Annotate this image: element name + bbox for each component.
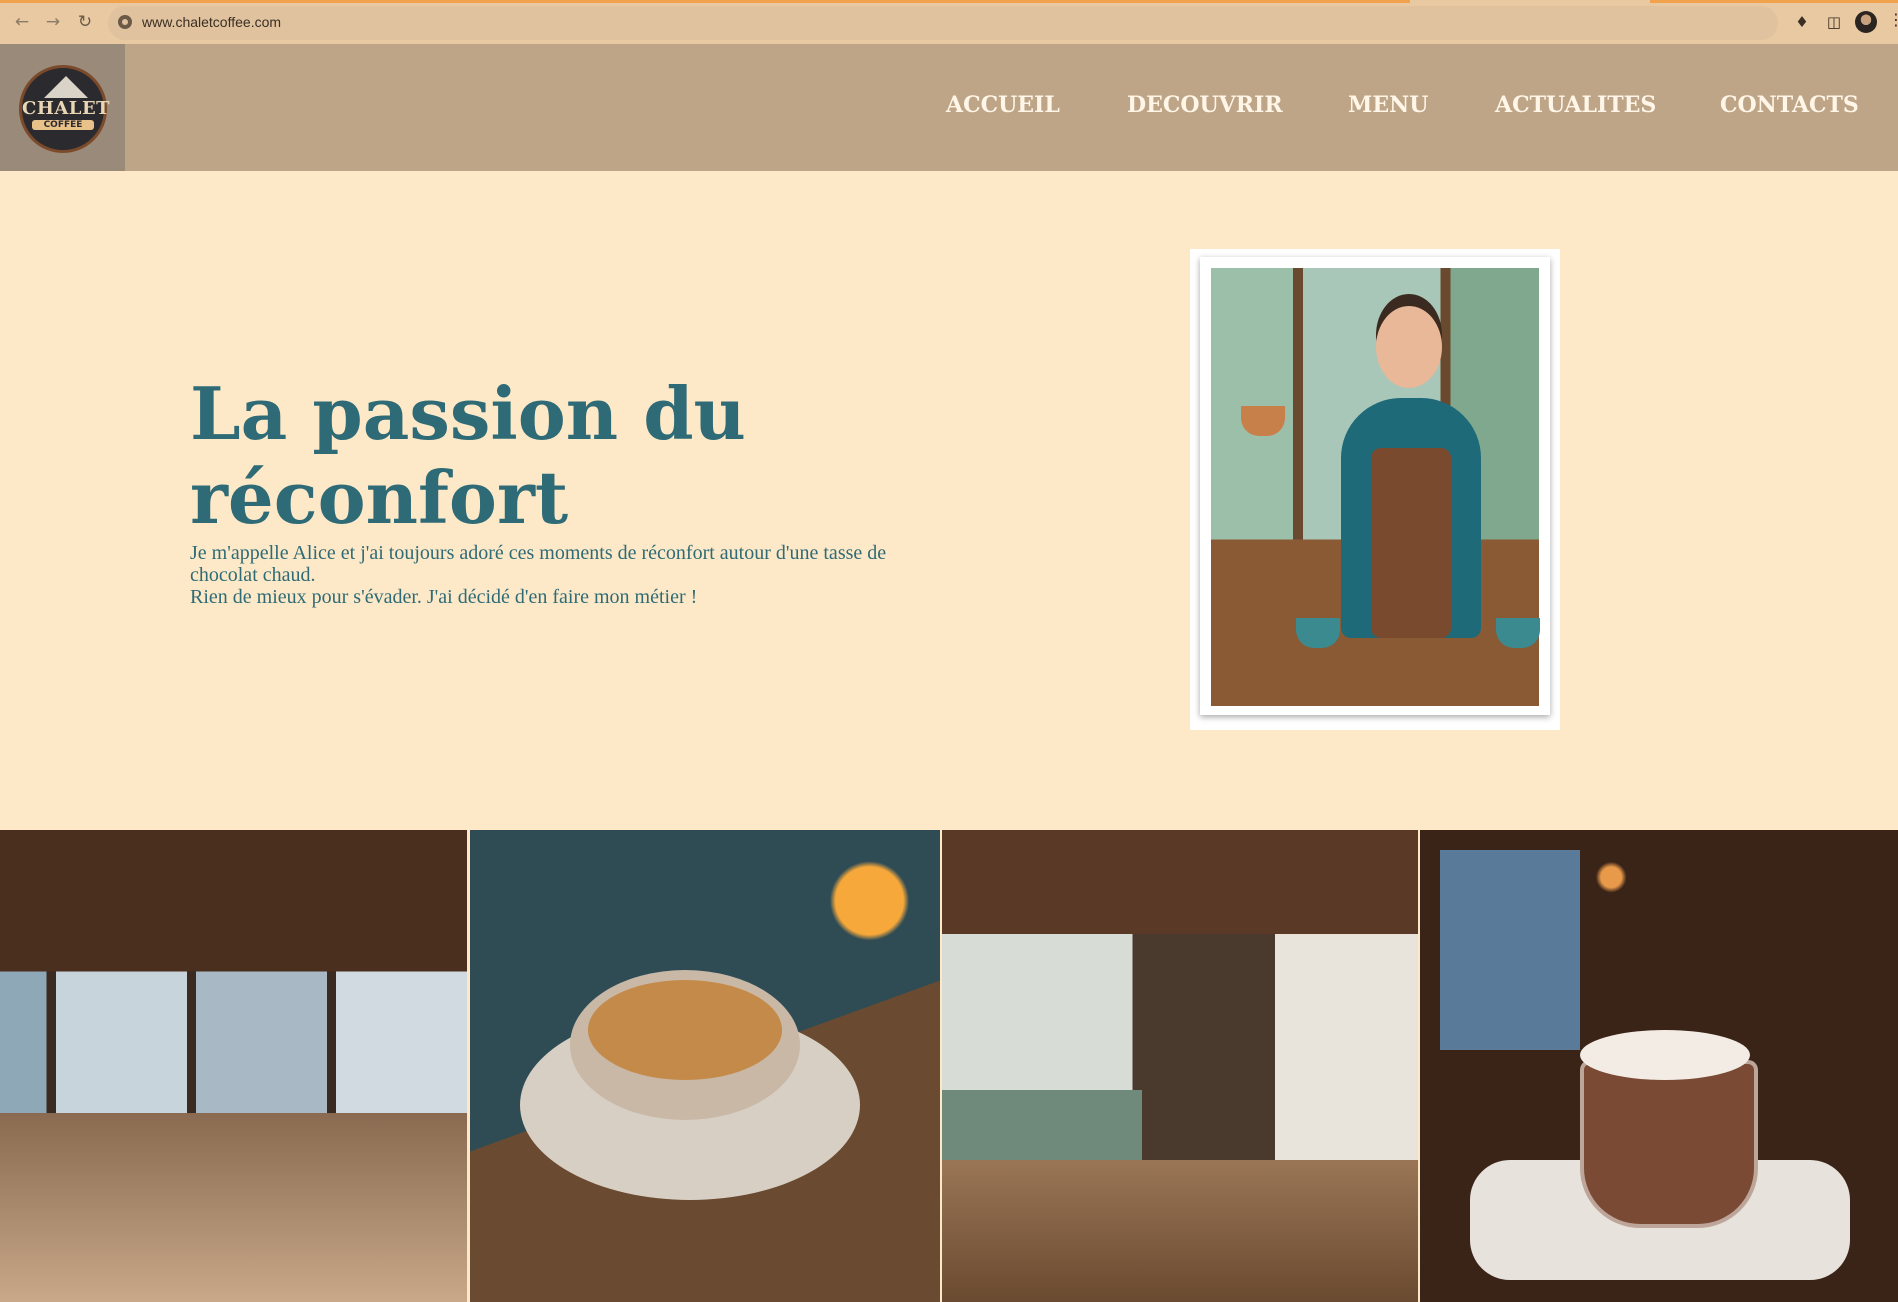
url-text[interactable]: www.chaletcoffee.com	[142, 14, 281, 30]
hero-text-line2: chocolat chaud.	[190, 564, 316, 586]
gallery-image-chalet-interior	[0, 830, 467, 1302]
side-panel-icon[interactable]: ◫	[1824, 12, 1844, 32]
site-header: CHALET COFFEE ACCUEIL DECOUVRIR MENU ACT…	[0, 44, 1898, 171]
nav-item-menu[interactable]: MENU	[1348, 92, 1428, 124]
browser-toolbar: ← → ↻ www.chaletcoffee.com ♦ ◫ ⋮	[0, 0, 1898, 44]
hero-text-line3: Rien de mieux pour s'évader. J'ai décidé…	[190, 586, 698, 608]
address-bar[interactable]: www.chaletcoffee.com	[108, 6, 1778, 40]
floor	[942, 1160, 1418, 1302]
site-info-icon[interactable]	[118, 15, 132, 29]
reload-icon[interactable]: ↻	[73, 10, 97, 34]
forward-icon[interactable]: →	[41, 10, 65, 34]
avatar[interactable]	[1855, 11, 1877, 33]
cup-icon	[1496, 618, 1540, 648]
nav-item-accueil[interactable]: ACCUEIL	[946, 92, 1060, 124]
floor	[0, 1113, 467, 1302]
back-icon[interactable]: ←	[10, 10, 34, 34]
gallery-image-hot-chocolate	[1420, 830, 1898, 1302]
nav-item-actualites[interactable]: ACTUALITES	[1495, 92, 1656, 124]
barista-image	[1211, 268, 1540, 706]
logo-text-chalet: CHALET	[22, 98, 111, 119]
logo-text-coffee: COFFEE	[32, 120, 94, 130]
portrait-frame-inner	[1200, 257, 1550, 715]
cup-icon	[1296, 618, 1340, 648]
nav-item-decouvrir[interactable]: DECOUVRIR	[1127, 92, 1283, 124]
barista-apron	[1371, 448, 1451, 638]
barista-portrait	[1190, 249, 1560, 730]
hero-title-line2: réconfort	[190, 455, 569, 540]
gallery-image-coffee-cup	[470, 830, 940, 1302]
logo[interactable]: CHALET COFFEE	[19, 65, 111, 153]
barista-head	[1376, 306, 1442, 388]
logo-container[interactable]: CHALET COFFEE	[0, 44, 125, 171]
hero-text-line1: Je m'appelle Alice et j'ai toujours ador…	[190, 542, 887, 564]
bench	[942, 1090, 1142, 1160]
kebab-menu-icon[interactable]: ⋮	[1888, 10, 1898, 29]
mug	[1580, 1060, 1758, 1228]
hero-title-line1: La passion du	[190, 371, 746, 456]
hero-title: La passion du réconfort	[190, 372, 810, 540]
loading-progress-bar	[0, 0, 1410, 3]
window	[1440, 850, 1580, 1050]
whipped-cream	[1580, 1030, 1750, 1080]
hero-description: Je m'appelle Alice et j'ai toujours ador…	[190, 542, 990, 608]
coffee	[588, 980, 782, 1080]
puzzle-icon[interactable]: ♦	[1792, 12, 1812, 32]
cup-icon	[1241, 406, 1285, 436]
nav-item-contacts[interactable]: CONTACTS	[1720, 92, 1859, 124]
gallery-image-cafe-room	[942, 830, 1418, 1302]
mountain-icon	[44, 76, 88, 98]
loading-progress-bar-tail	[1650, 0, 1898, 3]
